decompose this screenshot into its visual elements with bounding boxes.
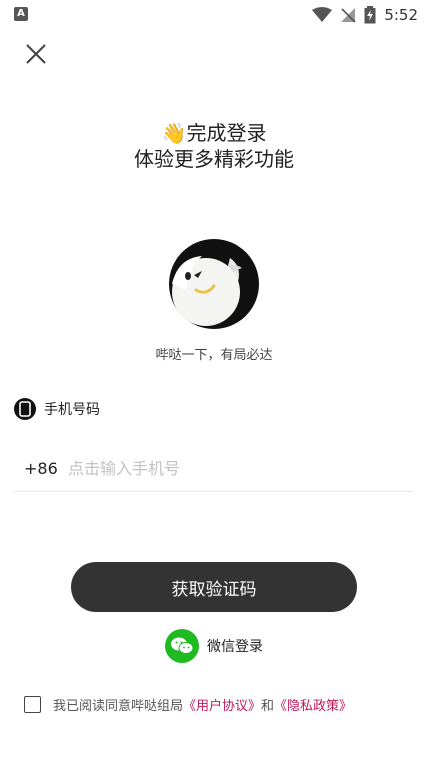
privacy-policy-link[interactable]: 《隐私政策》	[274, 695, 352, 714]
headline-line-1: 👋完成登录	[0, 120, 428, 146]
status-right-group: 5:52	[312, 4, 418, 26]
country-code[interactable]: +86	[14, 459, 68, 478]
status-time: 5:52	[384, 6, 418, 24]
agreement-prefix: 我已阅读同意哔哒组局	[53, 698, 184, 714]
phone-label-row: 手机号码	[14, 398, 100, 420]
get-code-button[interactable]: 获取验证码	[71, 562, 357, 612]
wifi-icon	[312, 7, 333, 22]
agreement-row: 我已阅读同意哔哒组局 《用户协议》 和 《隐私政策》	[24, 694, 352, 714]
headline: 👋完成登录 体验更多精彩功能	[0, 120, 428, 172]
wechat-icon	[165, 629, 199, 663]
wave-emoji-icon: 👋	[161, 121, 187, 145]
headline-title: 完成登录	[186, 121, 267, 145]
tagline: 哔哒一下，有局必达	[155, 348, 273, 363]
close-button[interactable]	[22, 40, 50, 68]
no-signal-icon	[341, 8, 356, 23]
wechat-login-label: 微信登录	[207, 639, 263, 655]
battery-charging-icon	[364, 6, 376, 24]
status-bar: A 5:52	[0, 0, 428, 30]
agreement-conj: 和	[261, 698, 275, 714]
user-agreement-link[interactable]: 《用户协议》	[183, 695, 261, 714]
close-icon	[26, 44, 46, 64]
phone-icon	[14, 398, 36, 420]
headline-subtitle: 体验更多精彩功能	[134, 147, 294, 171]
mascot-logo	[169, 239, 259, 329]
phone-label: 手机号码	[44, 402, 100, 418]
notification-app-icon: A	[14, 7, 28, 21]
wechat-login-button[interactable]: 微信登录	[0, 628, 428, 664]
phone-input-row: +86	[14, 446, 414, 492]
agreement-checkbox[interactable]	[24, 695, 41, 713]
phone-input[interactable]	[68, 459, 368, 478]
